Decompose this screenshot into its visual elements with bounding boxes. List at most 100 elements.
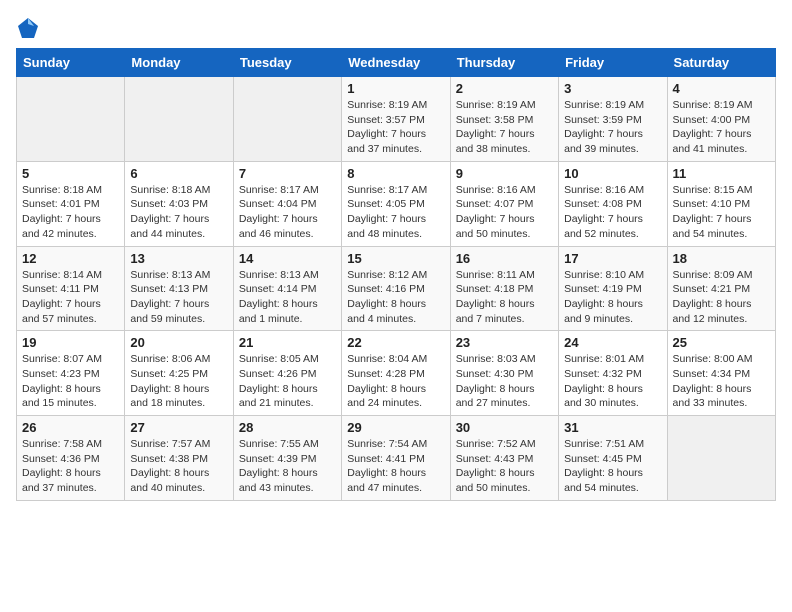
- day-cell: 16 Sunrise: 8:11 AM Sunset: 4:18 PM Dayli…: [450, 246, 558, 331]
- day-cell: [667, 416, 775, 501]
- day-info: Sunrise: 8:14 AM Sunset: 4:11 PM Dayligh…: [22, 268, 119, 327]
- day-cell: 22 Sunrise: 8:04 AM Sunset: 4:28 PM Dayli…: [342, 331, 450, 416]
- week-row-1: 1 Sunrise: 8:19 AM Sunset: 3:57 PM Daylig…: [17, 77, 776, 162]
- day-info: Sunrise: 8:17 AM Sunset: 4:04 PM Dayligh…: [239, 183, 336, 242]
- day-cell: 20 Sunrise: 8:06 AM Sunset: 4:25 PM Dayli…: [125, 331, 233, 416]
- day-number: 26: [22, 420, 119, 435]
- day-number: 20: [130, 335, 227, 350]
- day-cell: 11 Sunrise: 8:15 AM Sunset: 4:10 PM Dayli…: [667, 161, 775, 246]
- day-info: Sunrise: 8:10 AM Sunset: 4:19 PM Dayligh…: [564, 268, 661, 327]
- day-info: Sunrise: 8:01 AM Sunset: 4:32 PM Dayligh…: [564, 352, 661, 411]
- day-number: 4: [673, 81, 770, 96]
- day-cell: 26Sunrise: 7:58 AM Sunset: 4:36 PM Dayli…: [17, 416, 125, 501]
- week-row-4: 19Sunrise: 8:07 AM Sunset: 4:23 PM Dayli…: [17, 331, 776, 416]
- day-cell: 8 Sunrise: 8:17 AM Sunset: 4:05 PM Daylig…: [342, 161, 450, 246]
- day-number: 6: [130, 166, 227, 181]
- day-number: 24: [564, 335, 661, 350]
- weekday-header-thursday: Thursday: [450, 49, 558, 77]
- day-info: Sunrise: 8:19 AM Sunset: 3:57 PM Dayligh…: [347, 98, 444, 157]
- weekday-header-wednesday: Wednesday: [342, 49, 450, 77]
- week-row-2: 5 Sunrise: 8:18 AM Sunset: 4:01 PM Daylig…: [17, 161, 776, 246]
- day-info: Sunrise: 8:11 AM Sunset: 4:18 PM Dayligh…: [456, 268, 553, 327]
- day-info: Sunrise: 8:18 AM Sunset: 4:01 PM Dayligh…: [22, 183, 119, 242]
- day-number: 27: [130, 420, 227, 435]
- weekday-header-sunday: Sunday: [17, 49, 125, 77]
- week-row-3: 12 Sunrise: 8:14 AM Sunset: 4:11 PM Dayli…: [17, 246, 776, 331]
- day-cell: 13 Sunrise: 8:13 AM Sunset: 4:13 PM Dayli…: [125, 246, 233, 331]
- day-cell: 23 Sunrise: 8:03 AM Sunset: 4:30 PM Dayli…: [450, 331, 558, 416]
- day-number: 7: [239, 166, 336, 181]
- weekday-header-saturday: Saturday: [667, 49, 775, 77]
- day-info: Sunrise: 8:19 AM Sunset: 4:00 PM Dayligh…: [673, 98, 770, 157]
- day-cell: 17 Sunrise: 8:10 AM Sunset: 4:19 PM Dayli…: [559, 246, 667, 331]
- day-cell: 10 Sunrise: 8:16 AM Sunset: 4:08 PM Dayli…: [559, 161, 667, 246]
- day-cell: 5 Sunrise: 8:18 AM Sunset: 4:01 PM Daylig…: [17, 161, 125, 246]
- day-number: 5: [22, 166, 119, 181]
- day-info: Sunrise: 8:06 AM Sunset: 4:25 PM Dayligh…: [130, 352, 227, 411]
- day-number: 12: [22, 251, 119, 266]
- day-number: 11: [673, 166, 770, 181]
- day-number: 10: [564, 166, 661, 181]
- day-info: Sunrise: 8:18 AM Sunset: 4:03 PM Dayligh…: [130, 183, 227, 242]
- day-info: Sunrise: 7:57 AM Sunset: 4:38 PM Dayligh…: [130, 437, 227, 496]
- day-cell: 3 Sunrise: 8:19 AM Sunset: 3:59 PM Daylig…: [559, 77, 667, 162]
- day-info: Sunrise: 8:00 AM Sunset: 4:34 PM Dayligh…: [673, 352, 770, 411]
- day-cell: 1 Sunrise: 8:19 AM Sunset: 3:57 PM Daylig…: [342, 77, 450, 162]
- day-cell: 12 Sunrise: 8:14 AM Sunset: 4:11 PM Dayli…: [17, 246, 125, 331]
- day-info: Sunrise: 8:15 AM Sunset: 4:10 PM Dayligh…: [673, 183, 770, 242]
- week-row-5: 26Sunrise: 7:58 AM Sunset: 4:36 PM Dayli…: [17, 416, 776, 501]
- day-number: 29: [347, 420, 444, 435]
- calendar-table: SundayMondayTuesdayWednesdayThursdayFrid…: [16, 48, 776, 501]
- day-info: Sunrise: 8:13 AM Sunset: 4:13 PM Dayligh…: [130, 268, 227, 327]
- day-number: 8: [347, 166, 444, 181]
- day-info: Sunrise: 8:04 AM Sunset: 4:28 PM Dayligh…: [347, 352, 444, 411]
- day-info: Sunrise: 7:51 AM Sunset: 4:45 PM Dayligh…: [564, 437, 661, 496]
- day-cell: 6 Sunrise: 8:18 AM Sunset: 4:03 PM Daylig…: [125, 161, 233, 246]
- day-number: 16: [456, 251, 553, 266]
- weekday-header-row: SundayMondayTuesdayWednesdayThursdayFrid…: [17, 49, 776, 77]
- day-number: 13: [130, 251, 227, 266]
- day-cell: [17, 77, 125, 162]
- day-number: 15: [347, 251, 444, 266]
- day-number: 1: [347, 81, 444, 96]
- weekday-header-friday: Friday: [559, 49, 667, 77]
- day-info: Sunrise: 8:19 AM Sunset: 3:59 PM Dayligh…: [564, 98, 661, 157]
- day-number: 14: [239, 251, 336, 266]
- day-cell: 25 Sunrise: 8:00 AM Sunset: 4:34 PM Dayli…: [667, 331, 775, 416]
- logo: [16, 16, 44, 40]
- day-info: Sunrise: 8:17 AM Sunset: 4:05 PM Dayligh…: [347, 183, 444, 242]
- day-cell: [125, 77, 233, 162]
- day-info: Sunrise: 8:07 AM Sunset: 4:23 PM Dayligh…: [22, 352, 119, 411]
- day-cell: 28Sunrise: 7:55 AM Sunset: 4:39 PM Dayli…: [233, 416, 341, 501]
- day-number: 31: [564, 420, 661, 435]
- weekday-header-monday: Monday: [125, 49, 233, 77]
- day-cell: 7 Sunrise: 8:17 AM Sunset: 4:04 PM Daylig…: [233, 161, 341, 246]
- day-cell: 9 Sunrise: 8:16 AM Sunset: 4:07 PM Daylig…: [450, 161, 558, 246]
- day-number: 30: [456, 420, 553, 435]
- day-info: Sunrise: 7:55 AM Sunset: 4:39 PM Dayligh…: [239, 437, 336, 496]
- day-info: Sunrise: 8:03 AM Sunset: 4:30 PM Dayligh…: [456, 352, 553, 411]
- day-number: 3: [564, 81, 661, 96]
- day-number: 9: [456, 166, 553, 181]
- day-number: 18: [673, 251, 770, 266]
- day-info: Sunrise: 8:19 AM Sunset: 3:58 PM Dayligh…: [456, 98, 553, 157]
- day-info: Sunrise: 8:05 AM Sunset: 4:26 PM Dayligh…: [239, 352, 336, 411]
- day-info: Sunrise: 8:13 AM Sunset: 4:14 PM Dayligh…: [239, 268, 336, 327]
- day-cell: 15Sunrise: 8:12 AM Sunset: 4:16 PM Dayli…: [342, 246, 450, 331]
- day-number: 25: [673, 335, 770, 350]
- day-cell: 4 Sunrise: 8:19 AM Sunset: 4:00 PM Daylig…: [667, 77, 775, 162]
- day-cell: [233, 77, 341, 162]
- day-info: Sunrise: 8:16 AM Sunset: 4:07 PM Dayligh…: [456, 183, 553, 242]
- day-cell: 18Sunrise: 8:09 AM Sunset: 4:21 PM Dayli…: [667, 246, 775, 331]
- header: [16, 16, 776, 40]
- day-number: 22: [347, 335, 444, 350]
- day-number: 17: [564, 251, 661, 266]
- day-cell: 29 Sunrise: 7:54 AM Sunset: 4:41 PM Dayli…: [342, 416, 450, 501]
- day-info: Sunrise: 8:16 AM Sunset: 4:08 PM Dayligh…: [564, 183, 661, 242]
- logo-icon: [16, 16, 40, 40]
- day-cell: 19Sunrise: 8:07 AM Sunset: 4:23 PM Dayli…: [17, 331, 125, 416]
- day-cell: 21Sunrise: 8:05 AM Sunset: 4:26 PM Dayli…: [233, 331, 341, 416]
- day-info: Sunrise: 7:54 AM Sunset: 4:41 PM Dayligh…: [347, 437, 444, 496]
- day-info: Sunrise: 7:52 AM Sunset: 4:43 PM Dayligh…: [456, 437, 553, 496]
- day-number: 23: [456, 335, 553, 350]
